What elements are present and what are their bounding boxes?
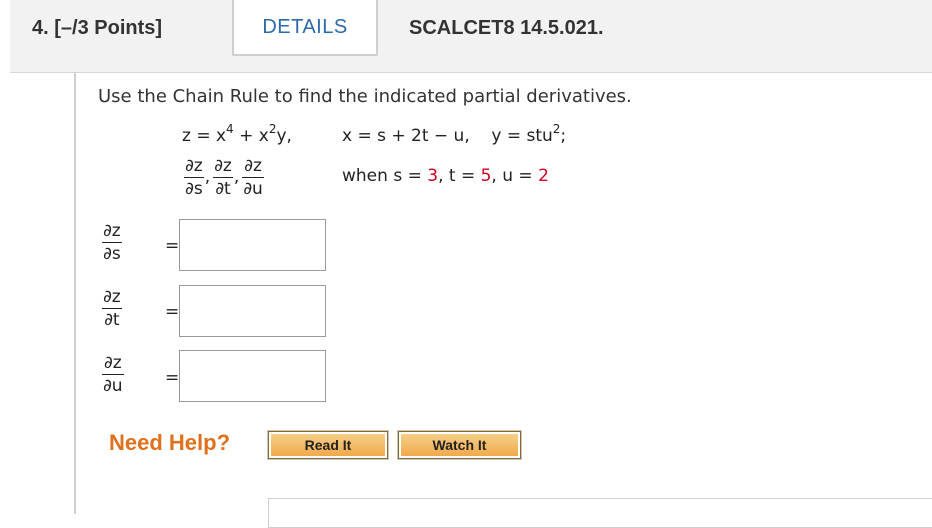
z-equation: z = x4 + x2y, [182,122,292,146]
read-it-button[interactable]: Read It [268,431,388,459]
equals-sign: = [165,302,180,322]
answer-label-dz-dt: ∂z ∂t [102,287,122,330]
x-equation: x = s + 2t − u, [342,126,470,146]
content-left-border [74,73,76,514]
details-tab-button[interactable]: DETAILS [232,0,378,56]
partial-z-u: ∂z ∂u [242,156,264,199]
answer-label-dz-ds: ∂z ∂s [102,221,122,264]
answer-label-dz-du: ∂z ∂u [102,353,124,396]
need-help-label: Need Help? [109,430,231,455]
equals-sign: = [165,368,180,388]
s-value: 3 [427,166,439,186]
problem-intro: Use the Chain Rule to find the indicated… [98,86,632,107]
question-header: 4. [–/3 Points] DETAILS SCALCET8 14.5.02… [10,0,932,73]
course-code: SCALCET8 14.5.021. [409,17,604,39]
answer-input-dz-du[interactable] [179,350,326,402]
requested-partials: ∂z ∂s, ∂z ∂t, ∂z ∂u [184,156,264,199]
question-points-label: 4. [–/3 Points] [32,17,163,39]
answer-input-dz-dt[interactable] [179,285,326,337]
xy-equations: x = s + 2t − u, y = stu2; [342,122,567,146]
given-values: when s = 3, t = 5, u = 2 [342,166,549,186]
y-equation: y = stu2; [491,122,567,146]
answer-input-dz-ds[interactable] [179,219,326,271]
u-value: 2 [538,166,549,186]
partial-z-t: ∂z ∂t [213,156,233,199]
t-value: 5 [480,166,492,186]
partial-z-s: ∂z ∂s [184,156,204,199]
watch-it-button[interactable]: Watch It [398,431,521,459]
equals-sign: = [165,236,180,256]
next-section-box [268,498,932,528]
